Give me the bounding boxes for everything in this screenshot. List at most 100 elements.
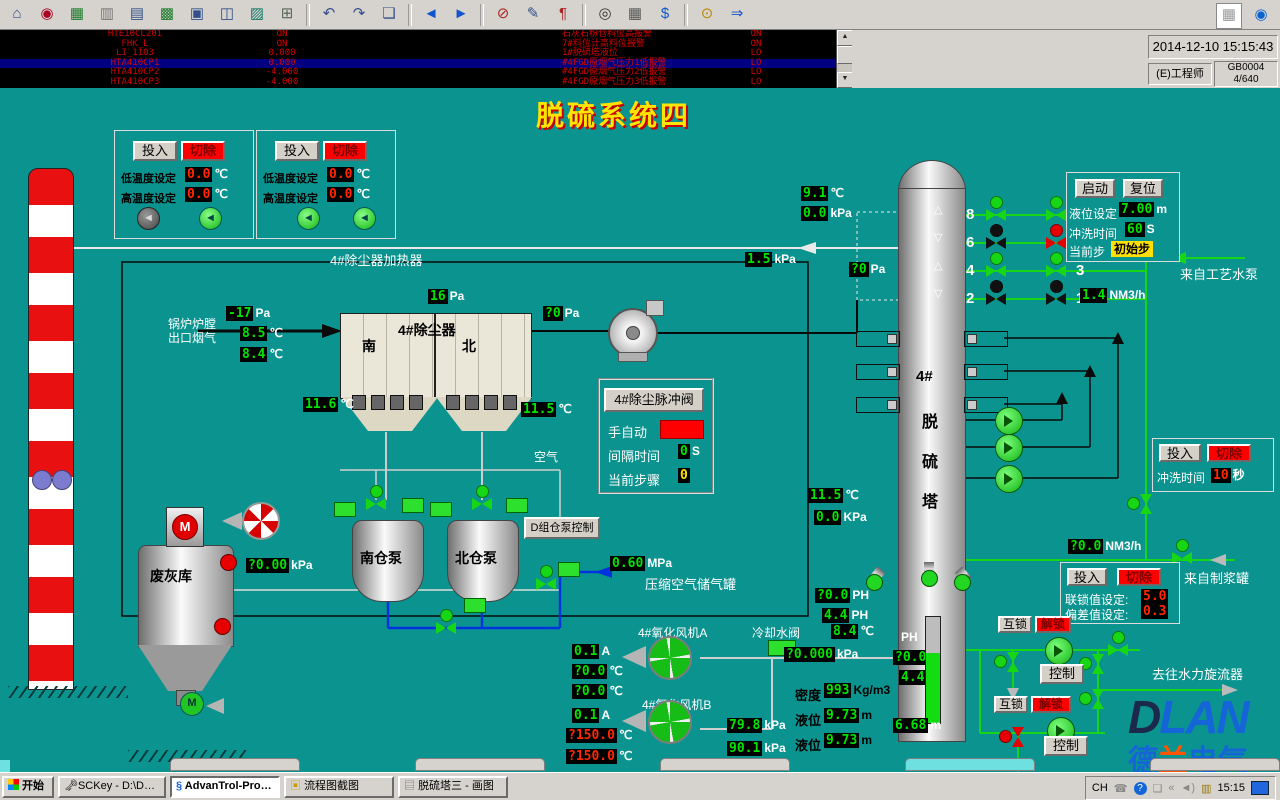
unlock-button[interactable]: 解锁	[1035, 616, 1071, 633]
scroll-up-icon[interactable]: ▲	[837, 30, 853, 46]
network-icon[interactable]: ▥	[1201, 782, 1211, 795]
screen-tab[interactable]	[0, 760, 10, 772]
flush-valve-6[interactable]	[986, 237, 1006, 249]
redo-icon[interactable]: ↷	[346, 2, 372, 28]
screen-tab-active[interactable]	[905, 758, 1035, 771]
engage-button[interactable]: 投入	[275, 141, 319, 161]
flush-valve-2[interactable]	[986, 293, 1006, 305]
tray-icon[interactable]: ☎	[1114, 782, 1128, 795]
circulation-pump-icon[interactable]	[995, 434, 1023, 462]
drain-valve-closed[interactable]	[1012, 727, 1024, 747]
modify-icon[interactable]: ✎	[520, 2, 546, 28]
trend-icon[interactable]: ▩	[154, 2, 180, 28]
manual-auto-indicator[interactable]	[660, 420, 704, 439]
flush-valve-7[interactable]	[1046, 209, 1066, 221]
air-valve[interactable]	[536, 578, 556, 590]
alarm-scrollbar[interactable]: ▲ ▼	[836, 30, 853, 88]
flush-line-valve[interactable]	[1140, 494, 1152, 514]
control-button[interactable]: 控制	[1044, 736, 1088, 756]
home-icon[interactable]: ⌂	[4, 2, 30, 28]
circulation-pump-icon[interactable]	[995, 407, 1023, 435]
mute-alarm-icon[interactable]: ⊘	[490, 2, 516, 28]
reset-button[interactable]: 复位	[1123, 179, 1163, 198]
alarm-list[interactable]: HTE10CL201 ON 石灰石粉仓料位高报警 ON FHK_L ON 7#料…	[0, 30, 836, 88]
group-display-icon[interactable]: ▦	[64, 2, 90, 28]
cut-button[interactable]: 切除	[181, 141, 225, 161]
flush-valve-4[interactable]	[986, 265, 1006, 277]
damper-status-icon[interactable]: ◄	[199, 207, 222, 230]
rotary-feeder-icon[interactable]	[242, 502, 280, 540]
current-user[interactable]: (E)工程师	[1148, 63, 1212, 85]
high-temp-setpoint[interactable]: 0.0	[327, 187, 354, 202]
scroll-thumb[interactable]	[837, 46, 853, 64]
task-paint[interactable]: ▤ 脱硫塔三 - 画图	[398, 776, 508, 798]
drain-valve[interactable]	[1007, 652, 1019, 672]
discharge-pump-icon[interactable]	[1045, 637, 1073, 665]
damper-status-icon[interactable]: ◄	[137, 207, 160, 230]
display-icon[interactable]	[1251, 781, 1269, 795]
search-icon[interactable]: ◎	[592, 2, 618, 28]
line-valve[interactable]	[1092, 654, 1104, 674]
pump-inlet-valve[interactable]	[472, 498, 492, 510]
flush-valve-5[interactable]	[1046, 237, 1066, 249]
table-icon[interactable]: ◫	[214, 2, 240, 28]
pump-inlet-valve[interactable]	[366, 498, 386, 510]
high-temp-setpoint[interactable]: 0.0	[185, 187, 212, 202]
line-valve[interactable]	[1092, 689, 1104, 709]
deviation-setpoint[interactable]: 0.3	[1141, 604, 1168, 619]
flush-valve-1[interactable]	[1046, 293, 1066, 305]
interlock-setpoint[interactable]: 5.0	[1141, 589, 1168, 604]
circulation-pump-icon[interactable]	[995, 465, 1023, 493]
help-tray-icon[interactable]: ?	[1134, 782, 1147, 795]
alarm-row[interactable]: HTA410CP3 -4.000 #4FGD原烟气压力3低报警 LO	[0, 78, 836, 88]
low-temp-setpoint[interactable]: 0.0	[327, 167, 354, 182]
engage-button[interactable]: 投入	[1159, 444, 1201, 462]
login-icon[interactable]: ⊙	[694, 2, 720, 28]
report-icon[interactable]: ▤	[124, 2, 150, 28]
pulse-valve-button[interactable]: 4#除尘脉冲阀	[604, 388, 704, 412]
undo-icon[interactable]: ↶	[316, 2, 342, 28]
start-button[interactable]: 开始	[2, 776, 54, 798]
motor-icon[interactable]: M	[172, 514, 198, 540]
back-icon[interactable]: ◄	[418, 2, 444, 28]
task-advantrol[interactable]: § AdvanTrol-Pro实...	[170, 776, 280, 798]
scroll-down-icon[interactable]: ▼	[837, 72, 853, 88]
pin-icon[interactable]: ¶	[550, 2, 576, 28]
task-sckey[interactable]: 🗝SCKey - D:\DCSDATA\...	[58, 776, 166, 798]
screen-tab[interactable]	[415, 758, 545, 771]
tray-icon[interactable]: «	[1168, 782, 1174, 794]
fan-a-icon[interactable]	[648, 636, 692, 680]
discharge-valve[interactable]	[1108, 644, 1128, 656]
flush-valve-8[interactable]	[986, 209, 1006, 221]
screen-switch-icon[interactable]: ▦	[1216, 3, 1242, 29]
damper-status-icon[interactable]: ◄	[297, 207, 320, 230]
cut-button[interactable]: 切除	[1117, 568, 1161, 586]
task-flowchart[interactable]: ▣ 流程图截图	[284, 776, 394, 798]
tray-icon[interactable]: ❏	[1153, 782, 1163, 795]
start-button[interactable]: 启动	[1075, 179, 1115, 198]
flush-time-setpoint[interactable]: 60	[1125, 222, 1145, 237]
motor-icon[interactable]: M	[180, 692, 204, 716]
input-method-indicator[interactable]: CH	[1092, 782, 1108, 794]
low-temp-setpoint[interactable]: 0.0	[185, 167, 212, 182]
lock-button[interactable]: 互锁	[998, 616, 1032, 633]
point-detail-icon[interactable]: ▥	[94, 2, 120, 28]
engage-button[interactable]: 投入	[133, 141, 177, 161]
system-structure-icon[interactable]: ⊞	[274, 2, 300, 28]
flush-valve-3[interactable]	[1046, 265, 1066, 277]
exit-icon[interactable]: ⇒	[724, 2, 750, 28]
cut-button[interactable]: 切除	[1207, 444, 1251, 462]
lock-button[interactable]: 互锁	[994, 696, 1028, 713]
engage-button[interactable]: 投入	[1067, 568, 1107, 586]
unlock-button[interactable]: 解锁	[1031, 696, 1071, 713]
pump-group-control-button[interactable]: D组仓泵控制	[524, 517, 600, 539]
currency-icon[interactable]: $	[652, 2, 678, 28]
logbook-icon[interactable]: ❏	[376, 2, 402, 28]
damper-status-icon[interactable]: ◄	[353, 207, 376, 230]
cut-button[interactable]: 切除	[323, 141, 367, 161]
print-icon[interactable]: ▦	[622, 2, 648, 28]
clock[interactable]: 15:15	[1217, 782, 1245, 794]
datasheet-icon[interactable]: ▨	[244, 2, 270, 28]
screen-tab[interactable]	[660, 758, 790, 771]
control-button[interactable]: 控制	[1040, 664, 1084, 684]
